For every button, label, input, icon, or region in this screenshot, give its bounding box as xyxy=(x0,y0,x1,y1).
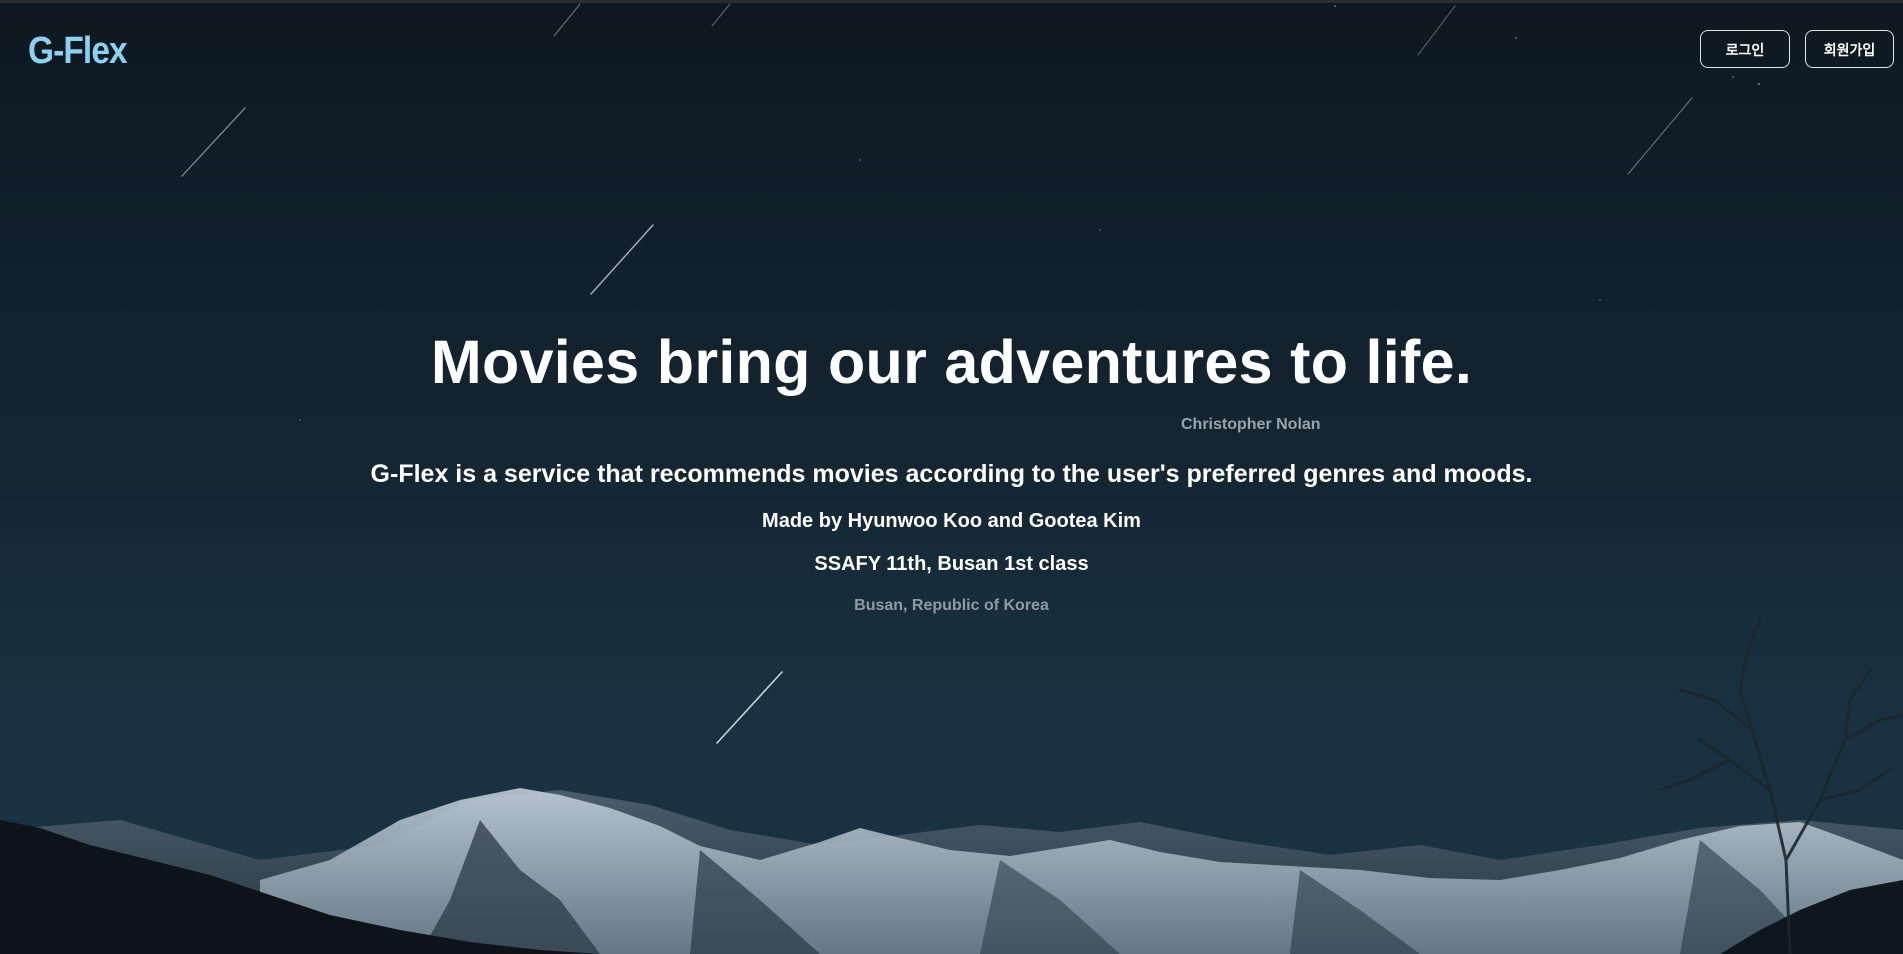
service-description: G-Flex is a service that recommends movi… xyxy=(370,460,1533,488)
signup-button[interactable]: 회원가입 xyxy=(1805,30,1894,68)
quote-author: Christopher Nolan xyxy=(1181,416,1321,433)
hero-headline: Movies bring our adventures to life. xyxy=(430,328,1473,396)
made-by-credit: Made by Hyunwoo Koo and Gootea Kim xyxy=(762,510,1141,532)
class-info: SSAFY 11th, Busan 1st class xyxy=(814,553,1089,575)
auth-buttons: 로그인 회원가입 xyxy=(1700,30,1894,68)
logo[interactable]: G-Flex xyxy=(28,30,128,73)
location-text: Busan, Republic of Korea xyxy=(854,597,1049,614)
window-top-edge xyxy=(0,0,1903,3)
login-button[interactable]: 로그인 xyxy=(1700,30,1790,68)
